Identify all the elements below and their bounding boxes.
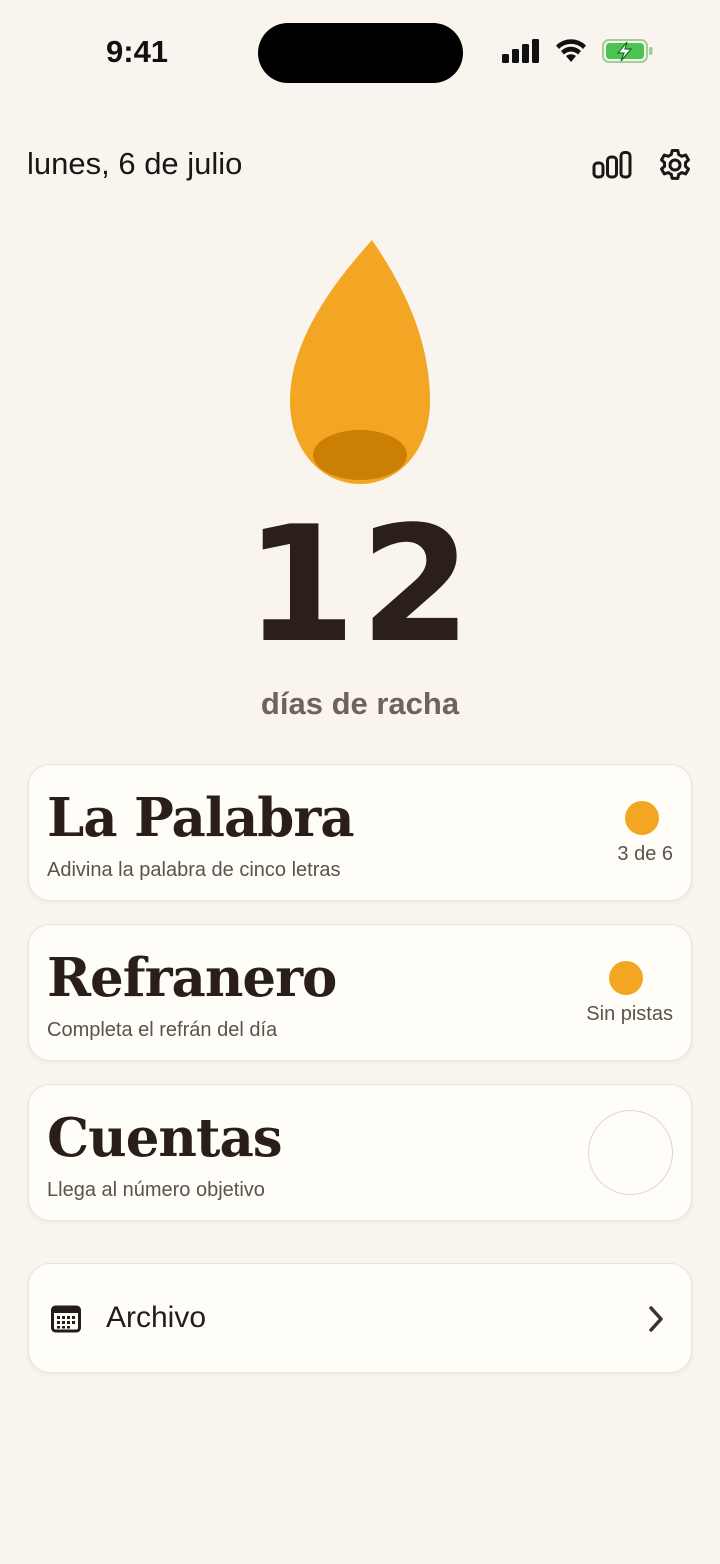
home-screen: 9:41 lunes, 6 de julio 12 días de racha … — [0, 0, 720, 1564]
game-card-cuentas[interactable]: Cuentas Llega al número objetivo — [28, 1084, 692, 1221]
wifi-icon — [556, 39, 586, 62]
streak-label: días de racha — [260, 686, 460, 721]
date-label: lunes, 6 de julio — [27, 146, 243, 181]
stats-button[interactable] — [592, 146, 632, 184]
game-title: La Palabra — [47, 787, 355, 849]
archive-label: Archivo — [106, 1301, 207, 1334]
status-icons — [502, 38, 654, 64]
streak-count: 12 — [244, 491, 476, 678]
dynamic-island — [258, 23, 463, 83]
game-title: Refranero — [47, 947, 337, 1009]
game-card-la-palabra[interactable]: La Palabra Adivina la palabra de cinco l… — [28, 764, 692, 901]
not-started-ring — [588, 1110, 673, 1195]
game-subtitle: Completa el refrán del día — [47, 1019, 278, 1041]
cellular-signal-icon — [502, 39, 539, 63]
game-status: Sin pistas — [586, 1003, 673, 1025]
bar-chart-icon — [592, 151, 632, 179]
battery-charging-icon — [602, 39, 653, 63]
settings-button[interactable] — [655, 146, 695, 184]
game-title: Cuentas — [47, 1107, 283, 1169]
gear-icon — [660, 149, 690, 180]
status-time: 9:41 — [106, 34, 169, 69]
archive-button[interactable]: Archivo — [28, 1263, 692, 1373]
chevron-right-icon — [649, 1306, 663, 1332]
completed-dot — [625, 801, 659, 835]
flame-icon — [290, 240, 430, 484]
game-subtitle: Llega al número objetivo — [47, 1179, 265, 1201]
completed-dot — [609, 961, 643, 995]
game-status: 3 de 6 — [617, 843, 673, 865]
calendar-icon — [51, 1305, 81, 1333]
game-card-refranero[interactable]: Refranero Completa el refrán del día Sin… — [28, 924, 692, 1061]
game-subtitle: Adivina la palabra de cinco letras — [47, 859, 341, 881]
